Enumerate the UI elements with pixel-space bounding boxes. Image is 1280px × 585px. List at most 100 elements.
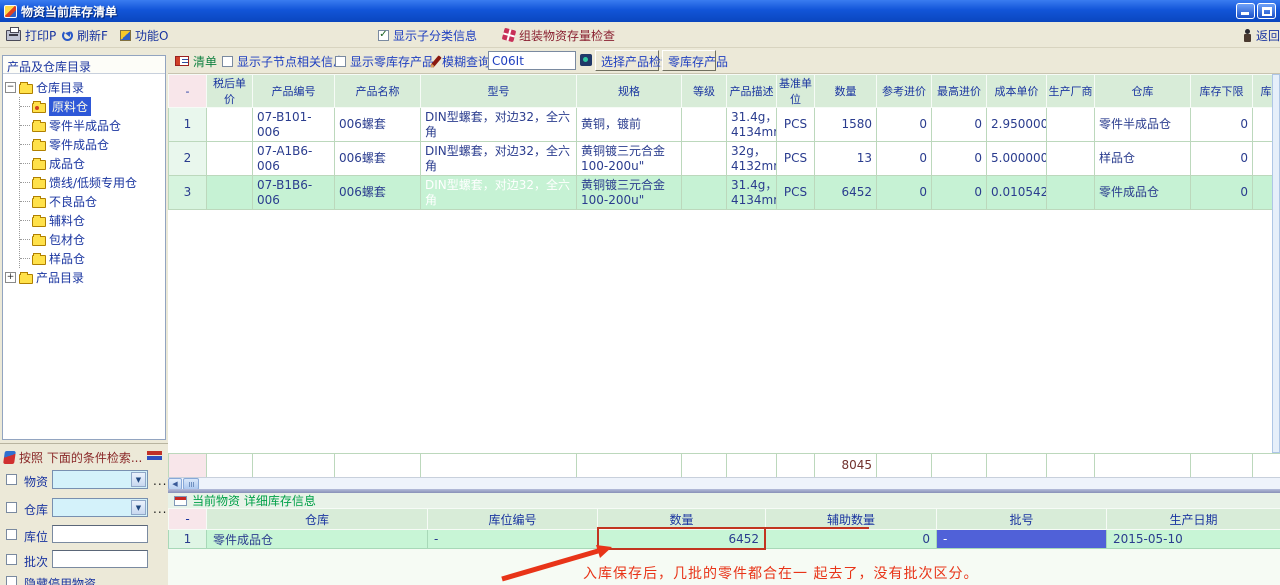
warehouse-select[interactable]: ▼ [52, 498, 148, 517]
header-warehouse[interactable]: 仓库 [1095, 75, 1191, 108]
cell-cost-price[interactable]: 0.010542 [987, 176, 1047, 210]
list-button[interactable]: 清单 [175, 52, 217, 70]
cell-description[interactable]: 32g，4132mm2 [727, 142, 777, 176]
cell-warehouse[interactable]: 零件半成品仓 [1095, 108, 1191, 142]
assembly-stock-check-button[interactable]: 组装物资存量检查 [503, 26, 615, 44]
cell-quantity[interactable]: 1580 [815, 108, 877, 142]
detail-header-row-num[interactable]: - [169, 509, 207, 530]
horizontal-scrollbar[interactable]: ◀ [168, 477, 1280, 489]
detail-header-prod-date[interactable]: 生产日期 [1107, 509, 1280, 530]
cell-warehouse[interactable]: 样品仓 [1095, 142, 1191, 176]
batch-checkbox[interactable] [6, 554, 17, 565]
header-spec[interactable]: 规格 [577, 75, 682, 108]
maximize-button[interactable] [1257, 3, 1276, 19]
print-button[interactable]: 打印P [6, 26, 56, 44]
cell-spec[interactable]: 黄铜镀三元合金100-200u" [577, 176, 682, 210]
cell-product-name[interactable]: 006螺套 [335, 142, 421, 176]
cell-product-name[interactable]: 006螺套 [335, 108, 421, 142]
chevron-down-icon[interactable]: ▼ [131, 472, 146, 487]
vertical-scrollbar[interactable] [1272, 74, 1280, 453]
material-checkbox[interactable] [6, 474, 17, 485]
header-product-name[interactable]: 产品名称 [335, 75, 421, 108]
cell-grade[interactable] [682, 108, 727, 142]
detail-cell-prod-date[interactable]: 2015-05-10 [1107, 530, 1280, 549]
cell-product-code[interactable]: 07-B1B6-006 [253, 176, 335, 210]
expand-icon[interactable]: + [5, 272, 16, 283]
tree-item-parts-semi-finished[interactable]: 零件半成品仓 [20, 116, 163, 135]
tree-item-warehouse-root[interactable]: − 仓库目录 [5, 78, 163, 97]
chevron-down-icon[interactable]: ▼ [131, 500, 146, 515]
hide-disabled-checkbox[interactable] [6, 576, 17, 585]
function-button[interactable]: 功能O [120, 26, 168, 44]
cell-product-code[interactable]: 07-A1B6-006 [253, 142, 335, 176]
cell-row-num[interactable]: 1 [169, 108, 207, 142]
header-description[interactable]: 产品描述 [727, 75, 777, 108]
cell-model-selected[interactable]: DIN型螺套，对边32，全六角 [421, 176, 577, 210]
tree-item-packaging[interactable]: 包材仓 [20, 230, 163, 249]
header-row-num[interactable]: - [169, 75, 207, 108]
material-select[interactable]: ▼ [52, 470, 148, 489]
detail-cell-batch-selected[interactable]: - [937, 530, 1107, 549]
detail-header-location[interactable]: 库位编号 [428, 509, 598, 530]
tree-item-parts-finished[interactable]: 零件成品仓 [20, 135, 163, 154]
cell-description[interactable]: 31.4g，4134mm2 [727, 176, 777, 210]
cell-description[interactable]: 31.4g，4134mm2 [727, 108, 777, 142]
cell-grade[interactable] [682, 176, 727, 210]
material-browse-button[interactable]: ... [153, 474, 167, 488]
header-max-price[interactable]: 最高进价 [932, 75, 987, 108]
cell-ref-price[interactable]: 0 [877, 176, 932, 210]
query-go-icon[interactable] [580, 54, 592, 66]
cell-grade[interactable] [682, 142, 727, 176]
header-cost-price[interactable]: 成本单价 [987, 75, 1047, 108]
table-row-selected[interactable]: 3 07-B1B6-006 006螺套 DIN型螺套，对边32，全六角 黄铜镀三… [169, 176, 1280, 210]
warehouse-browse-button[interactable]: ... [153, 502, 167, 516]
batch-input[interactable] [52, 550, 148, 568]
detail-cell-warehouse[interactable]: 零件成品仓 [207, 530, 428, 549]
tree-item-product-root[interactable]: + 产品目录 [5, 268, 163, 287]
warehouse-checkbox[interactable] [6, 502, 17, 513]
cell-tax-price[interactable] [207, 176, 253, 210]
cell-product-code[interactable]: 07-B101-006 [253, 108, 335, 142]
location-checkbox[interactable] [6, 529, 17, 540]
cell-stock-min[interactable]: 0 [1191, 176, 1253, 210]
tree-item-feeder-lowfreq[interactable]: 馈线/低频专用仓 [20, 173, 163, 192]
header-manufacturer[interactable]: 生产厂商 [1047, 75, 1095, 108]
detail-cell-location[interactable]: - [428, 530, 598, 549]
header-stock-min[interactable]: 库存下限 [1191, 75, 1253, 108]
header-ref-price[interactable]: 参考进价 [877, 75, 932, 108]
cell-max-price[interactable]: 0 [932, 108, 987, 142]
cell-ref-price[interactable]: 0 [877, 142, 932, 176]
detail-header-batch[interactable]: 批号 [937, 509, 1107, 530]
cell-spec[interactable]: 黄铜，镀前 [577, 108, 682, 142]
detail-cell-row-num[interactable]: 1 [169, 530, 207, 549]
cell-tax-price[interactable] [207, 108, 253, 142]
back-button[interactable]: 返回 [1242, 26, 1280, 44]
cell-cost-price[interactable]: 5.000000 [987, 142, 1047, 176]
tree-item-sample[interactable]: 样品仓 [20, 249, 163, 268]
cell-ref-price[interactable]: 0 [877, 108, 932, 142]
cell-product-name[interactable]: 006螺套 [335, 176, 421, 210]
tree-item-auxiliary[interactable]: 辅料仓 [20, 211, 163, 230]
cell-warehouse[interactable]: 零件成品仓 [1095, 176, 1191, 210]
show-zero-stock-checkbox[interactable]: 显示零库存产品 [335, 52, 434, 70]
cell-max-price[interactable]: 0 [932, 176, 987, 210]
cell-quantity[interactable]: 6452 [815, 176, 877, 210]
cell-quantity[interactable]: 13 [815, 142, 877, 176]
refresh-button[interactable]: 刷新F [62, 26, 108, 44]
header-model[interactable]: 型号 [421, 75, 577, 108]
cell-stock-min[interactable]: 0 [1191, 108, 1253, 142]
tree-item-finished-goods[interactable]: 成品仓 [20, 154, 163, 173]
swap-panel-icon[interactable] [147, 451, 162, 460]
cell-manufacturer[interactable] [1047, 142, 1095, 176]
cell-manufacturer[interactable] [1047, 108, 1095, 142]
header-base-unit[interactable]: 基准单位 [777, 75, 815, 108]
select-product-search-button[interactable]: 选择产品检索 [595, 50, 659, 71]
cell-model[interactable]: DIN型螺套，对边32，全六角 [421, 108, 577, 142]
detail-header-warehouse[interactable]: 仓库 [207, 509, 428, 530]
zero-stock-products-button[interactable]: 零库存产品 [662, 50, 716, 71]
cell-row-num[interactable]: 3 [169, 176, 207, 210]
cell-manufacturer[interactable] [1047, 176, 1095, 210]
cell-row-num[interactable]: 2 [169, 142, 207, 176]
collapse-icon[interactable]: − [5, 82, 16, 93]
header-quantity[interactable]: 数量 [815, 75, 877, 108]
